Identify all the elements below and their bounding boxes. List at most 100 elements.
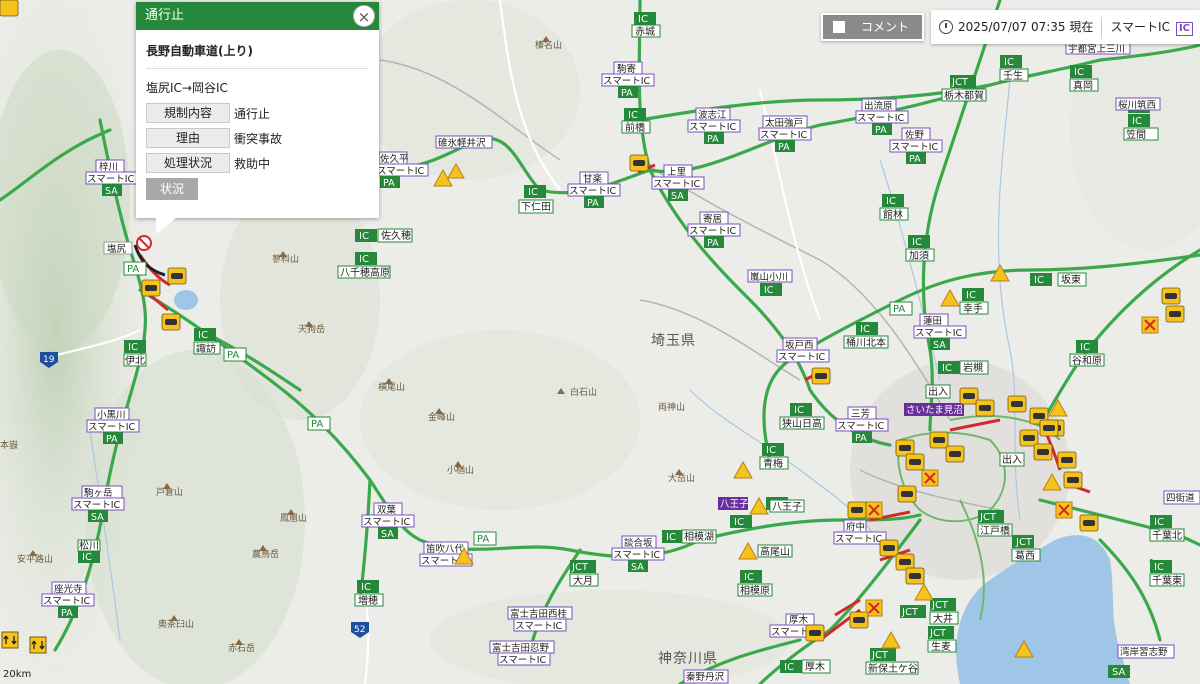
detail-row-status: 処理状況 救助中 (146, 153, 369, 173)
svg-text:前橋: 前橋 (625, 121, 645, 134)
detail-key: 処理状況 (146, 153, 230, 173)
congestion-car-icon[interactable] (1161, 287, 1181, 305)
congestion-car-icon[interactable] (1033, 443, 1053, 461)
svg-text:太田強戸: 太田強戸 (765, 117, 803, 129)
svg-text:波志江: 波志江 (698, 109, 727, 121)
congestion-car-icon[interactable] (945, 445, 965, 463)
congestion-car-icon[interactable] (629, 154, 649, 172)
congestion-car-icon[interactable] (1007, 395, 1027, 413)
smart-ic-badge: IC (1175, 22, 1194, 36)
datetime: 2025/07/07 07:35 現在 (958, 20, 1094, 34)
congestion-car-icon[interactable] (161, 313, 181, 331)
svg-text:IC: IC (942, 363, 952, 374)
svg-text:IC: IC (359, 254, 369, 265)
road-name: 長野自動車道(上り) (146, 38, 369, 69)
svg-text:双葉: 双葉 (377, 504, 397, 516)
svg-text:PA: PA (893, 304, 905, 315)
svg-text:駒ヶ岳: 駒ヶ岳 (84, 487, 113, 499)
svg-text:出入: 出入 (1002, 453, 1022, 466)
congestion-car-icon[interactable] (1063, 471, 1083, 489)
congestion-car-icons[interactable] (0, 0, 19, 17)
ic-masuho: IC増穂 (354, 580, 384, 607)
congestion-car-icon[interactable] (1165, 305, 1185, 323)
svg-text:IC: IC (1080, 342, 1090, 353)
svg-text:IC: IC (1074, 67, 1084, 78)
congestion-car-icon[interactable] (1039, 419, 1059, 437)
svg-text:IC: IC (734, 517, 744, 528)
svg-text:SA: SA (105, 186, 118, 197)
svg-text:スマートIC: スマートIC (653, 179, 701, 190)
svg-text:スマートIC: スマートIC (613, 550, 661, 561)
svg-text:SA: SA (671, 191, 684, 202)
svg-text:IC: IC (198, 330, 208, 341)
svg-text:塩尻: 塩尻 (107, 243, 127, 255)
congestion-car-icon[interactable] (1079, 514, 1099, 532)
congestion-car-icon[interactable] (959, 387, 979, 405)
congestion-car-icon[interactable] (141, 279, 161, 297)
svg-text:スマートIC: スマートIC (891, 142, 939, 153)
svg-text:PA: PA (707, 238, 719, 249)
svg-text:スマートIC: スマートIC (88, 422, 136, 433)
svg-text:IC: IC (764, 285, 774, 296)
incident-popup: 通行止 × 長野自動車道(上り) 塩尻IC→岡谷IC 規制内容 通行止 理由 衝… (136, 2, 379, 234)
checkbox-icon[interactable] (833, 21, 845, 33)
congestion-car-icon[interactable] (847, 501, 867, 519)
congestion-car-icon[interactable] (929, 431, 949, 449)
svg-text:下仁田: 下仁田 (521, 201, 551, 213)
congestion-car-icon[interactable] (1057, 451, 1077, 469)
congestion-car-icon[interactable] (879, 539, 899, 557)
smart-ic-legend[interactable]: スマートIC (1110, 20, 1170, 34)
svg-text:桜川筑西: 桜川筑西 (1118, 99, 1156, 111)
closure-icon[interactable] (136, 235, 152, 251)
svg-text:富士吉田忍野: 富士吉田忍野 (492, 642, 550, 654)
svg-text:秦野丹沢: 秦野丹沢 (686, 671, 725, 683)
svg-text:スマートIC: スマートIC (915, 328, 963, 339)
congestion-car-icon[interactable] (905, 567, 925, 585)
svg-text:スマートIC: スマートIC (73, 500, 121, 511)
svg-text:PA: PA (707, 134, 719, 145)
svg-text:IC: IC (784, 662, 794, 673)
status-button[interactable]: 状況 (146, 178, 198, 200)
comment-button[interactable]: コメント (821, 13, 924, 41)
close-icon[interactable]: × (353, 5, 375, 27)
svg-text:諏訪: 諏訪 (196, 342, 216, 355)
congestion-car-icon[interactable] (167, 267, 187, 285)
svg-text:大月: 大月 (573, 574, 593, 587)
svg-text:笠間: 笠間 (1126, 128, 1146, 141)
detail-value: 救助中 (234, 156, 271, 171)
congestion-car-icon[interactable] (905, 453, 925, 471)
svg-text:PA: PA (311, 419, 323, 430)
svg-text:スマートIC: スマートIC (689, 122, 737, 133)
svg-text:狭山日高: 狭山日高 (782, 417, 822, 430)
clock-icon (939, 20, 953, 34)
svg-text:IC: IC (82, 552, 92, 563)
ic-ihoku: IC 伊北 (123, 340, 147, 367)
section-name: 塩尻IC→岡谷IC (146, 81, 228, 95)
svg-text:52: 52 (354, 625, 365, 635)
svg-text:八千穂高原: 八千穂高原 (340, 266, 390, 279)
congestion-car-icon[interactable] (811, 367, 831, 385)
congestion-car-icon[interactable] (975, 399, 995, 417)
lake-suwa (174, 290, 198, 310)
congestion-car-icon[interactable] (1019, 429, 1039, 447)
svg-text:スマートIC: スマートIC (499, 655, 547, 666)
svg-text:新保土ケ谷: 新保土ケ谷 (868, 662, 918, 675)
detail-row-reason: 理由 衝突事故 (146, 128, 369, 148)
scale-label: 20km (3, 669, 32, 680)
svg-text:上里: 上里 (667, 167, 686, 178)
comment-label: コメント (861, 20, 910, 34)
svg-text:江戸橋: 江戸橋 (980, 524, 1010, 537)
svg-text:赤城: 赤城 (635, 26, 655, 38)
svg-text:出流原: 出流原 (864, 100, 893, 112)
svg-text:JCT: JCT (871, 650, 889, 661)
ic-iwatsuki: IC 岩槻 (938, 360, 989, 375)
congestion-car-icon[interactable] (849, 611, 869, 629)
svg-text:厚木: 厚木 (789, 614, 809, 626)
svg-text:相模原: 相模原 (740, 584, 770, 597)
svg-text:SA: SA (91, 512, 104, 523)
svg-text:佐野: 佐野 (905, 129, 925, 141)
svg-text:増穂: 増穂 (358, 594, 378, 607)
svg-text:IC: IC (1154, 517, 1164, 528)
congestion-car-icon[interactable] (897, 485, 917, 503)
congestion-car-icon[interactable] (805, 624, 825, 642)
